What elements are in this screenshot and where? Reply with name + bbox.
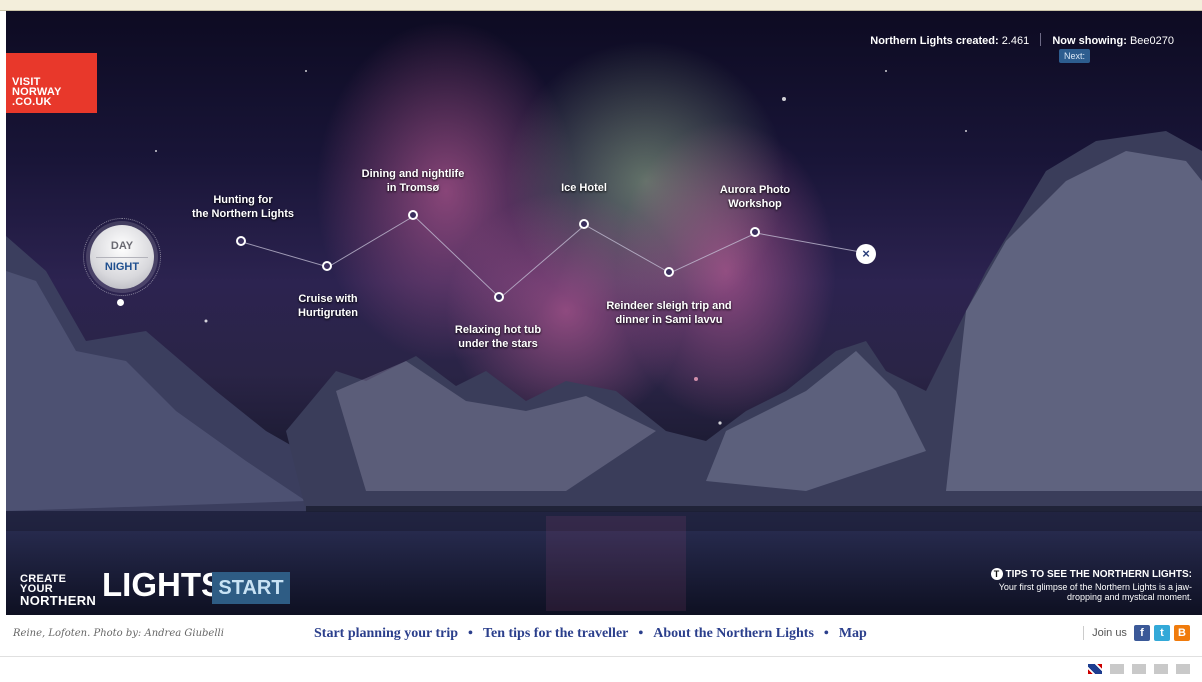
toggle-knob-dot[interactable] [117, 299, 124, 306]
create-line2: NORTHERN [20, 593, 97, 608]
blogger-icon[interactable]: B [1174, 625, 1190, 641]
trip-node-hunting[interactable] [236, 236, 246, 246]
tips-title-text: TIPS TO SEE THE NORTHERN LIGHTS: [1005, 569, 1193, 580]
trip-label-photo[interactable]: Aurora Photo Workshop [700, 183, 810, 211]
trip-node-ice-hotel[interactable] [579, 219, 589, 229]
trip-label-text: Dining and nightlife in Tromsø [361, 168, 465, 194]
create-big-text: LIGHTS [102, 566, 223, 603]
trip-label-text: Relaxing hot tub under the stars [454, 324, 542, 350]
logo-line: .CO.UK [12, 96, 52, 108]
trip-label-hot-tub[interactable]: Relaxing hot tub under the stars [428, 323, 568, 351]
book-icon[interactable] [1110, 664, 1124, 674]
link-about-northern-lights[interactable]: About the Northern Lights [653, 626, 814, 641]
footer-bar: Reine, Lofoten. Photo by: Andrea Giubell… [0, 616, 1202, 657]
trip-node-cruise[interactable] [322, 261, 332, 271]
visit-norway-logo[interactable]: VISIT NORWAY .CO.UK [6, 53, 97, 113]
day-option[interactable]: DAY [90, 240, 154, 252]
trip-label-text: Hunting for the Northern Lights [191, 194, 295, 220]
trip-label-text: Cruise with Hurtigruten [298, 293, 358, 319]
divider [1040, 33, 1042, 46]
trip-label-text: Aurora Photo Workshop [719, 184, 791, 210]
nav-separator: • [638, 626, 644, 641]
join-us-label: Join us [1092, 626, 1127, 639]
create-small-text: CREATE YOUR NORTHERN [20, 573, 100, 608]
trip-label-cruise[interactable]: Cruise with Hurtigruten [268, 292, 388, 320]
trip-label-text: Ice Hotel [561, 182, 607, 194]
trip-label-text: Reindeer sleigh trip and dinner in Sami … [606, 300, 732, 326]
start-button[interactable]: START [212, 572, 290, 604]
social-links: Join us ftB [1083, 625, 1190, 641]
nav-separator: • [823, 626, 829, 641]
toggle-divider [96, 257, 148, 258]
tips-text: Your first glimpse of the Northern Light… [998, 582, 1192, 602]
tips-icon: T [990, 568, 1003, 580]
link-ten-tips[interactable]: Ten tips for the traveller [483, 626, 628, 641]
created-label: Northern Lights created: [870, 35, 999, 47]
link-map[interactable]: Map [839, 626, 867, 641]
uk-flag-icon[interactable] [1088, 664, 1102, 674]
print-icon[interactable] [1132, 664, 1146, 674]
trip-label-reindeer[interactable]: Reindeer sleigh trip and dinner in Sami … [589, 299, 749, 327]
create-line1: CREATE YOUR [20, 573, 67, 595]
footer-nav: Start planning your trip • Ten tips for th… [314, 626, 867, 642]
trip-node-reindeer[interactable] [664, 267, 674, 277]
list-icon[interactable] [1154, 664, 1168, 674]
grid-icon[interactable] [1176, 664, 1190, 674]
trip-label-dining[interactable]: Dining and nightlife in Tromsø [343, 167, 483, 195]
stats-bar: Northern Lights created: 2.461 Now showi… [870, 33, 1174, 47]
trip-label-hunting[interactable]: Hunting for the Northern Lights [178, 193, 308, 221]
next-button[interactable]: Next: [1058, 49, 1090, 63]
tips-title: T TIPS TO SEE THE NORTHERN LIGHTS: [982, 568, 1192, 580]
nav-separator: • [468, 626, 473, 641]
created-value: 2.461 [1001, 35, 1030, 47]
twitter-icon[interactable]: t [1154, 625, 1170, 641]
trip-node-dining[interactable] [408, 210, 418, 220]
showing-value: Bee0270 [1129, 35, 1174, 47]
night-option[interactable]: NIGHT [90, 261, 154, 273]
browser-top-bar [0, 0, 1202, 11]
trip-node-hot-tub[interactable] [494, 292, 504, 302]
divider [1083, 626, 1085, 640]
tips-panel[interactable]: T TIPS TO SEE THE NORTHERN LIGHTS: Your f… [982, 568, 1192, 602]
day-night-toggle[interactable]: DAY NIGHT [83, 218, 161, 296]
aurora-scene: VISIT NORWAY .CO.UK Northern Lights crea… [6, 11, 1202, 615]
link-start-planning[interactable]: Start planning your trip [314, 626, 458, 641]
showing-label: Now showing: [1052, 35, 1127, 47]
close-icon[interactable]: × [856, 244, 876, 264]
trip-label-ice-hotel[interactable]: Ice Hotel [534, 181, 634, 195]
photo-caption: Reine, Lofoten. Photo by: Andrea Giubell… [13, 628, 224, 639]
page-tools [1080, 664, 1190, 682]
facebook-icon[interactable]: f [1134, 625, 1150, 641]
trip-node-photo[interactable] [750, 227, 760, 237]
